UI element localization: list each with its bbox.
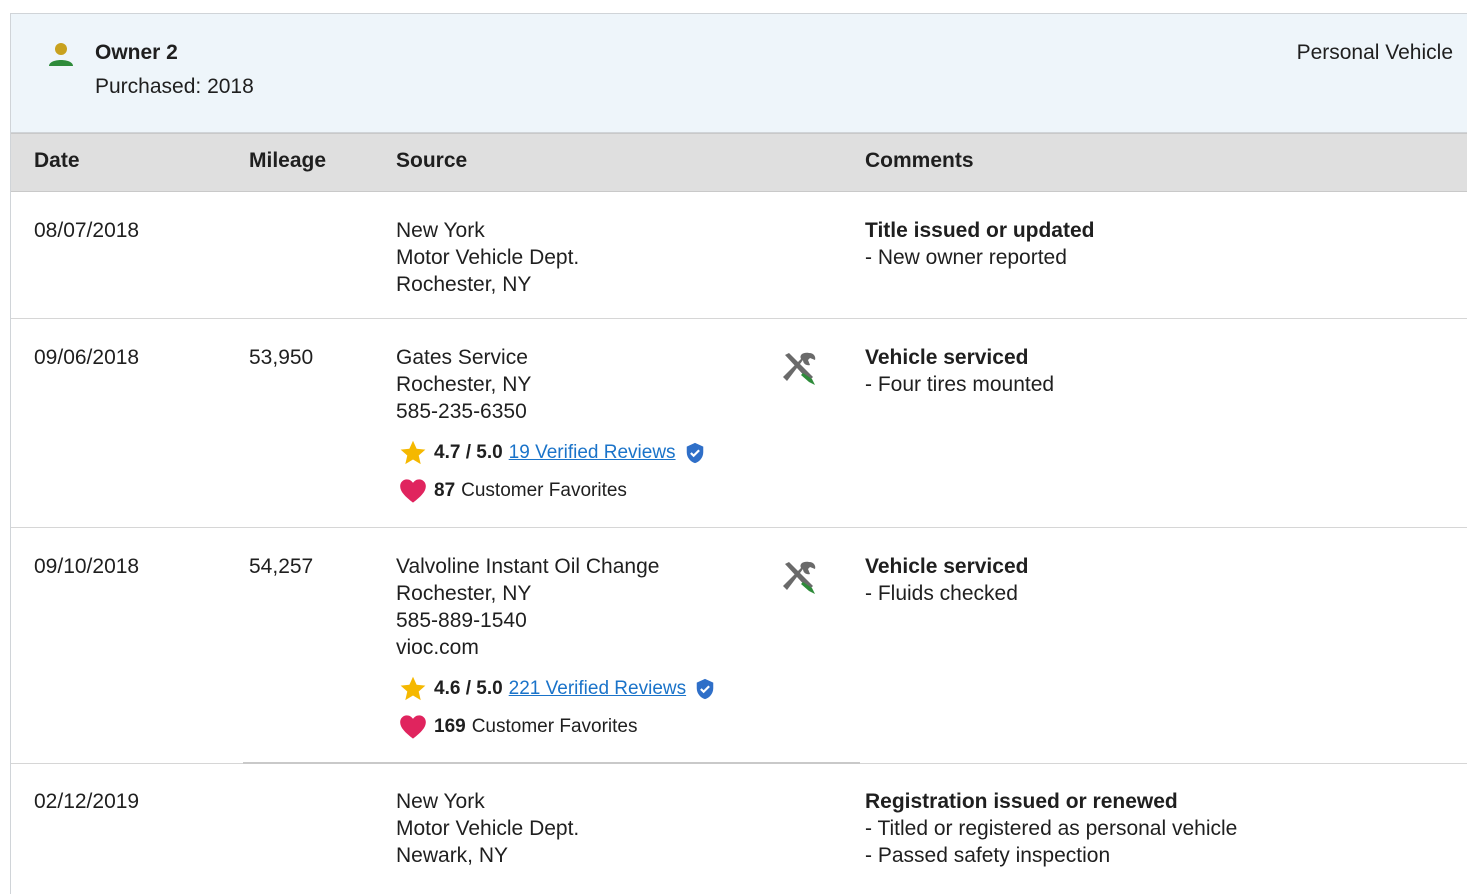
row-comments: Title issued or updated - New owner repo… <box>865 217 1094 271</box>
row-mileage: 53,950 <box>249 346 314 369</box>
favorites-line: 87 Customer Favorites <box>396 477 706 505</box>
owner-purchased: Purchased: 2018 <box>95 75 254 98</box>
wrench-screwdriver-icon <box>783 352 816 385</box>
source-line: Rochester, NY <box>396 273 532 296</box>
row-comments: Vehicle serviced - Fluids checked <box>865 553 1028 607</box>
person-icon <box>49 43 73 66</box>
row-date: 09/06/2018 <box>34 346 140 369</box>
source-line: Rochester, NY <box>396 373 532 396</box>
row-source: Valvoline Instant Oil Change Rochester, … <box>396 553 716 741</box>
heart-icon <box>400 479 426 503</box>
source-line: New York <box>396 790 485 813</box>
row-mileage: 54,257 <box>249 555 314 578</box>
favorites-label: Customer Favorites <box>461 480 627 501</box>
comment-item: - New owner reported <box>865 246 1067 269</box>
table-header: Date Mileage Source Comments <box>11 133 1467 192</box>
header-mileage: Mileage <box>249 149 327 172</box>
row-comments: Registration issued or renewed - Titled … <box>865 788 1237 869</box>
source-line: Motor Vehicle Dept. <box>396 817 580 840</box>
row-source: New York Motor Vehicle Dept. Rochester, … <box>396 217 579 298</box>
rating-line: 4.6 / 5.0 221 Verified Reviews <box>396 675 716 703</box>
row-date: 08/07/2018 <box>34 219 140 242</box>
comment-item: - Fluids checked <box>865 582 1018 605</box>
wrench-screwdriver-icon <box>783 561 816 594</box>
comment-item: - Four tires mounted <box>865 373 1055 396</box>
rating-value: 4.7 / 5.0 <box>434 442 503 463</box>
source-line: New York <box>396 219 485 242</box>
row-source: Gates Service Rochester, NY 585-235-6350… <box>396 344 706 505</box>
comment-title: Vehicle serviced <box>865 555 1029 578</box>
verified-shield-icon <box>686 442 703 464</box>
header-source: Source <box>396 149 468 172</box>
comment-title: Title issued or updated <box>865 219 1095 242</box>
favorites-label: Customer Favorites <box>471 716 638 737</box>
star-icon <box>400 676 426 701</box>
rating-line: 4.7 / 5.0 19 Verified Reviews <box>396 439 706 467</box>
favorites-count: 87 <box>434 480 456 501</box>
verified-reviews-link[interactable]: 221 Verified Reviews <box>509 676 686 702</box>
favorites-count: 169 <box>434 716 466 737</box>
row-comments: Vehicle serviced - Four tires mounted <box>865 344 1054 398</box>
owner-usage-type: Personal Vehicle <box>1296 41 1453 64</box>
header-comments: Comments <box>865 149 974 172</box>
table-row: 09/06/2018 53,950 Gates Service Rocheste… <box>11 319 1467 528</box>
source-line: Motor Vehicle Dept. <box>396 246 580 269</box>
row-date: 02/12/2019 <box>34 790 140 813</box>
comment-title: Registration issued or renewed <box>865 790 1178 813</box>
comment-title: Vehicle serviced <box>865 346 1029 369</box>
source-line: Newark, NY <box>396 844 509 867</box>
verified-shield-icon <box>696 678 714 700</box>
source-line: Rochester, NY <box>396 582 532 605</box>
row-source: New York Motor Vehicle Dept. Newark, NY <box>396 788 579 869</box>
row-date: 09/10/2018 <box>34 555 140 578</box>
table-row: 08/07/2018 New York Motor Vehicle Dept. … <box>11 192 1467 319</box>
star-icon <box>400 440 426 465</box>
comment-item: - Passed safety inspection <box>865 844 1111 867</box>
table-row: 02/12/2019 New York Motor Vehicle Dept. … <box>11 763 1467 883</box>
comment-item: - Titled or registered as personal vehic… <box>865 817 1238 840</box>
source-website: vioc.com <box>396 636 479 659</box>
header-date: Date <box>34 149 80 172</box>
favorites-line: 169 Customer Favorites <box>396 713 716 741</box>
heart-icon <box>400 715 426 739</box>
verified-reviews-link[interactable]: 19 Verified Reviews <box>509 440 676 466</box>
owner-history-card: Owner 2 Purchased: 2018 Personal Vehicle… <box>10 13 1467 894</box>
table-row: 09/10/2018 54,257 Valvoline Instant Oil … <box>11 528 1467 763</box>
owner-header: Owner 2 Purchased: 2018 Personal Vehicle <box>11 14 1467 133</box>
rating-value: 4.6 / 5.0 <box>434 678 503 699</box>
shop-name: Valvoline Instant Oil Change <box>396 555 660 578</box>
source-line: 585-889-1540 <box>396 609 527 632</box>
source-line: 585-235-6350 <box>396 400 527 423</box>
owner-title: Owner 2 <box>95 41 178 64</box>
shop-name: Gates Service <box>396 346 528 369</box>
